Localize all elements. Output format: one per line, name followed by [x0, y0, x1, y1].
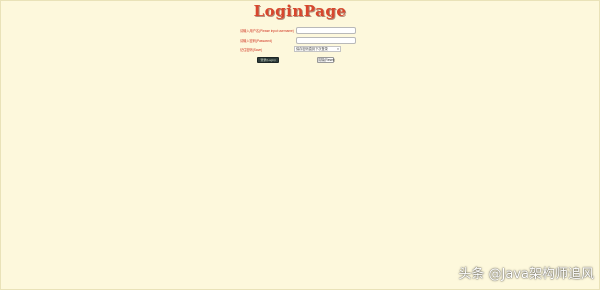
reset-button-label: 清除(Reset): [318, 58, 335, 62]
username-input[interactable]: [296, 27, 356, 34]
save-select-value: 保存密码直到下次登录: [296, 47, 328, 51]
login-button[interactable]: 登录(Login): [257, 57, 279, 63]
login-button-label: 登录(Login): [260, 58, 276, 62]
username-label: 请输入用户名(Please input username): [240, 29, 294, 33]
password-label: 请输入密码(Password): [240, 39, 273, 43]
save-select[interactable]: 保存密码直到下次登录 ▾: [294, 46, 341, 52]
reset-button[interactable]: 清除(Reset): [317, 57, 335, 63]
password-input[interactable]: [296, 37, 356, 44]
save-label: 记住密码(Save): [240, 48, 263, 52]
watermark-text: 头条 @Java架构师追风: [458, 267, 594, 282]
chevron-down-icon: ▾: [337, 47, 339, 51]
page-title: LoginPage: [253, 2, 347, 20]
